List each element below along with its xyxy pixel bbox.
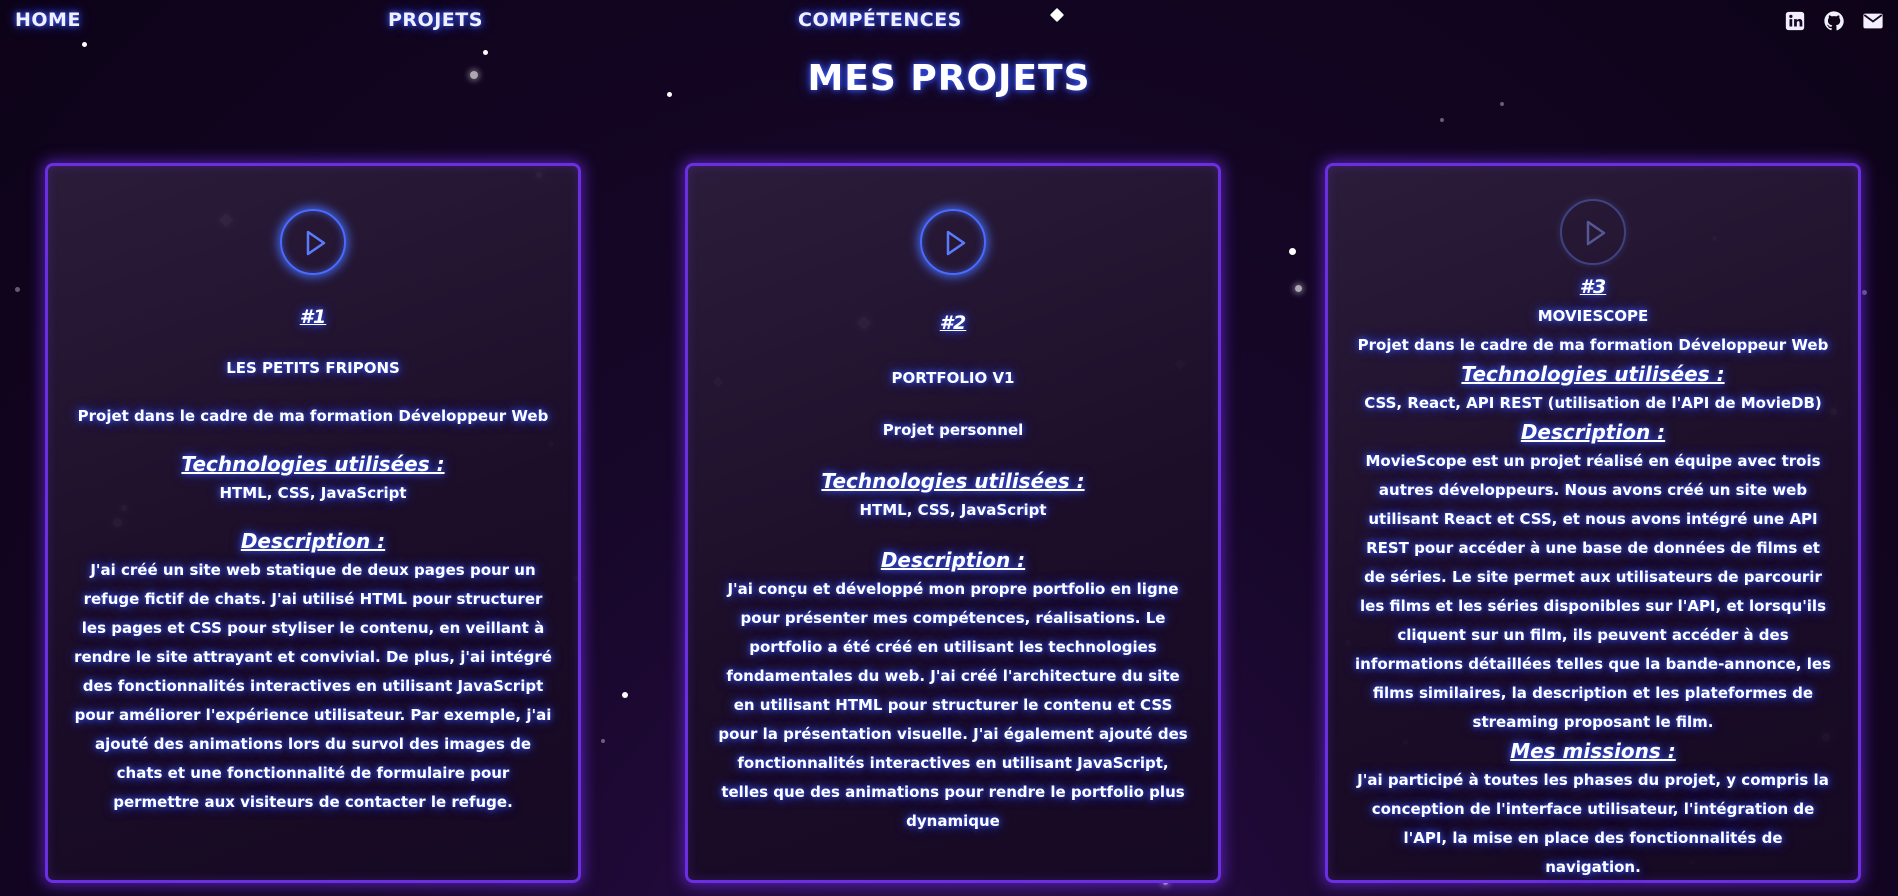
project-number: #2	[939, 312, 967, 334]
top-navbar: HOME PROJETS COMPÉTENCES	[0, 0, 1898, 42]
play-button[interactable]	[920, 209, 986, 275]
project-number: #1	[299, 306, 327, 328]
missions-text: J'ai participé à toutes les phases du pr…	[1357, 771, 1829, 876]
nav-competences-link[interactable]: COMPÉTENCES	[798, 9, 962, 31]
missions-heading: Mes missions :	[1510, 739, 1676, 763]
github-icon[interactable]	[1823, 10, 1845, 32]
project-card-3: #3 MOVIESCOPE Projet dans le cadre de ma…	[1325, 163, 1861, 883]
tech-heading: Technologies utilisées :	[821, 469, 1085, 493]
description-heading: Description :	[1520, 420, 1666, 444]
description-heading: Description :	[880, 548, 1026, 572]
nav-projets-link[interactable]: PROJETS	[388, 9, 483, 31]
tech-heading: Technologies utilisées :	[181, 452, 445, 476]
tech-heading: Technologies utilisées :	[1461, 362, 1725, 386]
description-text: MovieScope est un projet réalisé en équi…	[1355, 452, 1831, 731]
play-icon	[1586, 220, 1606, 246]
description-text: J'ai créé un site web statique de deux p…	[74, 561, 552, 811]
description-text: J'ai conçu et développé mon propre portf…	[718, 580, 1188, 830]
tech-list: HTML, CSS, JavaScript	[859, 501, 1047, 519]
linkedin-icon[interactable]	[1784, 10, 1806, 32]
play-button[interactable]	[1560, 199, 1626, 265]
project-card-1: #1 LES PETITS FRIPONS Projet dans le cad…	[45, 163, 581, 883]
project-context: Projet dans le cadre de ma formation Dév…	[77, 407, 549, 425]
project-name: LES PETITS FRIPONS	[226, 359, 400, 377]
description-heading: Description :	[240, 529, 386, 553]
project-name: PORTFOLIO V1	[891, 369, 1015, 387]
project-name: MOVIESCOPE	[1537, 307, 1649, 325]
tech-list: CSS, React, API REST (utilisation de l'A…	[1364, 394, 1822, 412]
play-icon	[946, 230, 966, 256]
play-icon	[306, 230, 326, 256]
nav-home-link[interactable]: HOME	[15, 9, 81, 31]
tech-list: HTML, CSS, JavaScript	[219, 484, 407, 502]
project-card-2: #2 PORTFOLIO V1 Projet personnel Technol…	[685, 163, 1221, 883]
page-title: MES PROJETS	[807, 58, 1091, 99]
play-button[interactable]	[280, 209, 346, 275]
project-context: Projet personnel	[882, 421, 1024, 439]
project-number: #3	[1579, 276, 1607, 298]
envelope-icon[interactable]	[1862, 10, 1884, 32]
project-context: Projet dans le cadre de ma formation Dév…	[1357, 336, 1829, 354]
